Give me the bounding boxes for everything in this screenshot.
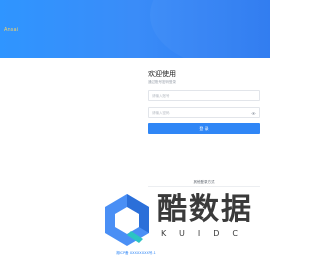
login-form: 欢迎使用 通过账号密码登录 登 录	[148, 70, 260, 134]
divider	[148, 186, 260, 187]
login-title: 欢迎使用	[148, 70, 176, 78]
watermark: 酷数据 KUIDC	[101, 191, 261, 251]
brand-name: Ansai	[4, 27, 19, 33]
login-subtitle: 通过账号密码登录	[148, 80, 176, 84]
icp-link[interactable]: 湘ICP备 XXXXXXXX号-1	[116, 251, 156, 256]
eye-icon[interactable]	[251, 111, 256, 116]
watermark-sub: KUIDC	[161, 229, 251, 238]
account-field	[148, 90, 260, 101]
login-page: Ansai 欢迎使用 通过账号密码登录 登 录 其他登录方式 酷数据 KUIDC…	[0, 0, 270, 266]
account-input[interactable]	[149, 91, 259, 100]
login-button[interactable]: 登 录	[148, 123, 260, 134]
watermark-text: 酷数据	[157, 192, 253, 227]
watermark-logo-icon	[105, 194, 149, 246]
other-login-label[interactable]: 其他登录方式	[148, 180, 260, 185]
password-input[interactable]	[149, 108, 259, 117]
hero-decoration	[150, 0, 270, 70]
password-field	[148, 107, 260, 118]
hero-banner: Ansai	[0, 0, 270, 70]
